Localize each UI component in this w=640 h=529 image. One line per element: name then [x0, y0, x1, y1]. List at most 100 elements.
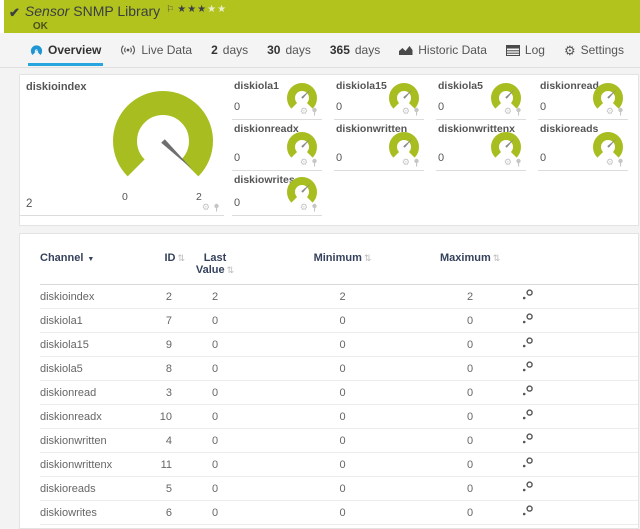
minimum-value: 0: [245, 405, 440, 429]
last-value: 0: [185, 477, 245, 501]
channels-panel: Channel▼ ID⇅ Last Value⇅ Minimum⇅ Maximu…: [19, 233, 639, 529]
status-badge: OK: [33, 21, 227, 32]
last-value: 0: [185, 453, 245, 477]
tab-2-days[interactable]: 2days: [211, 33, 248, 68]
tab-live-data[interactable]: Live Data: [120, 33, 192, 68]
maximum-value: 2: [440, 285, 500, 309]
channel-id: -4: [145, 525, 185, 529]
minimum-value: 2: [245, 285, 440, 309]
channel-settings-icon[interactable]: [521, 289, 534, 304]
minimum-value: 0: [245, 333, 440, 357]
tab-overview[interactable]: Overview: [30, 33, 101, 68]
tab-365-days[interactable]: 365days: [330, 33, 380, 68]
sensor-status-bar: ✔ SensorSNMP Library ⚐ ★★★★★ OK: [0, 0, 640, 33]
gauge-title: diskiola15: [336, 80, 387, 92]
flag-icon[interactable]: ⚐: [166, 4, 174, 14]
main-gauge-cell: diskioindex 0 2 2 ⚙: [20, 77, 224, 216]
minimum-value: 0: [245, 381, 440, 405]
column-header-last-value[interactable]: Last Value⇅: [185, 246, 245, 285]
pin-icon[interactable]: [413, 107, 420, 116]
table-row: diskionwrittenx 11 0 0 0: [40, 453, 639, 477]
channel-settings-icon[interactable]: [521, 361, 534, 376]
minimum-value: 0: [245, 429, 440, 453]
last-value: 0: [185, 405, 245, 429]
table-header-row: Channel▼ ID⇅ Last Value⇅ Minimum⇅ Maximu…: [40, 246, 639, 285]
tab-settings[interactable]: ⚙ Settings: [564, 33, 624, 68]
maximum-value: 0: [440, 357, 500, 381]
pin-icon[interactable]: [515, 158, 522, 167]
minimum-value: 0: [245, 453, 440, 477]
star-filled-icon[interactable]: ★: [197, 4, 207, 15]
gear-icon[interactable]: ⚙: [300, 107, 308, 116]
channel-id: 5: [145, 477, 185, 501]
channel-settings-icon[interactable]: [521, 313, 534, 328]
last-value: 0: [185, 309, 245, 333]
gear-icon[interactable]: ⚙: [300, 203, 308, 212]
tab-label: Log: [525, 43, 545, 57]
pin-icon[interactable]: [311, 158, 318, 167]
channel-settings-icon[interactable]: [521, 385, 534, 400]
pin-icon[interactable]: [515, 107, 522, 116]
gear-icon[interactable]: ⚙: [202, 203, 210, 212]
gauge-title: diskioindex: [26, 81, 87, 93]
sensor-type-label: Sensor: [25, 3, 69, 19]
gauge-cell-diskiola15: diskiola15 0 ⚙: [334, 77, 424, 120]
channel-settings-icon[interactable]: [521, 457, 534, 472]
table-row: diskionreadx 10 0 0 0: [40, 405, 639, 429]
channel-name: Downtime: [40, 525, 145, 529]
tab-30-days[interactable]: 30days: [267, 33, 311, 68]
gear-icon[interactable]: ⚙: [504, 158, 512, 167]
tab-label: days: [285, 43, 310, 57]
channel-settings-icon[interactable]: [521, 433, 534, 448]
channel-settings-icon[interactable]: [521, 481, 534, 496]
tab-log[interactable]: Log: [506, 33, 545, 68]
gauge-cell-diskiola5: diskiola5 0 ⚙: [436, 77, 526, 120]
star-empty-icon[interactable]: ★: [207, 4, 217, 15]
column-header-channel[interactable]: Channel▼: [40, 246, 145, 285]
tab-label: days: [355, 43, 380, 57]
pin-icon[interactable]: [617, 158, 624, 167]
table-row: diskiola15 9 0 0 0: [40, 333, 639, 357]
maximum-value: 0: [440, 381, 500, 405]
channel-settings-icon[interactable]: [521, 337, 534, 352]
channel-id: 3: [145, 381, 185, 405]
pin-icon[interactable]: [617, 107, 624, 116]
pin-icon[interactable]: [311, 203, 318, 212]
minimum-value: 0: [245, 501, 440, 525]
gear-icon[interactable]: ⚙: [606, 158, 614, 167]
pin-icon[interactable]: [413, 158, 420, 167]
table-row: diskioreads 5 0 0 0: [40, 477, 639, 501]
gear-icon[interactable]: ⚙: [606, 107, 614, 116]
page-title: SensorSNMP Library: [25, 4, 160, 19]
star-filled-icon[interactable]: ★: [177, 4, 187, 15]
gear-icon[interactable]: ⚙: [300, 158, 308, 167]
tab-label: Overview: [48, 43, 101, 57]
priority-stars[interactable]: ★★★★★: [177, 4, 227, 15]
channel-name: diskiola15: [40, 333, 145, 357]
table-row: diskiola5 8 0 0 0: [40, 357, 639, 381]
gear-icon[interactable]: ⚙: [504, 107, 512, 116]
tab-historic-data[interactable]: Historic Data: [399, 33, 487, 68]
pin-icon[interactable]: [213, 203, 220, 212]
star-filled-icon[interactable]: ★: [187, 4, 197, 15]
star-empty-icon[interactable]: ★: [217, 4, 227, 15]
table-row: diskionread 3 0 0 0: [40, 381, 639, 405]
table-row: Downtime -4: [40, 525, 639, 529]
gauge-value: 0: [336, 101, 342, 113]
maximum-value: 0: [440, 477, 500, 501]
last-value: 0: [185, 357, 245, 381]
column-header-minimum[interactable]: Minimum⇅: [245, 246, 440, 285]
gear-icon[interactable]: ⚙: [402, 158, 410, 167]
minimum-value: 0: [245, 309, 440, 333]
channel-name: diskiola1: [40, 309, 145, 333]
last-value: 2: [185, 285, 245, 309]
gauge-value: 0: [234, 152, 240, 164]
channel-settings-icon[interactable]: [521, 409, 534, 424]
gear-icon: ⚙: [564, 44, 576, 57]
maximum-value: 0: [440, 405, 500, 429]
gear-icon[interactable]: ⚙: [402, 107, 410, 116]
column-header-maximum[interactable]: Maximum⇅: [440, 246, 500, 285]
channel-settings-icon[interactable]: [521, 505, 534, 520]
pin-icon[interactable]: [311, 107, 318, 116]
column-header-id[interactable]: ID⇅: [145, 246, 185, 285]
